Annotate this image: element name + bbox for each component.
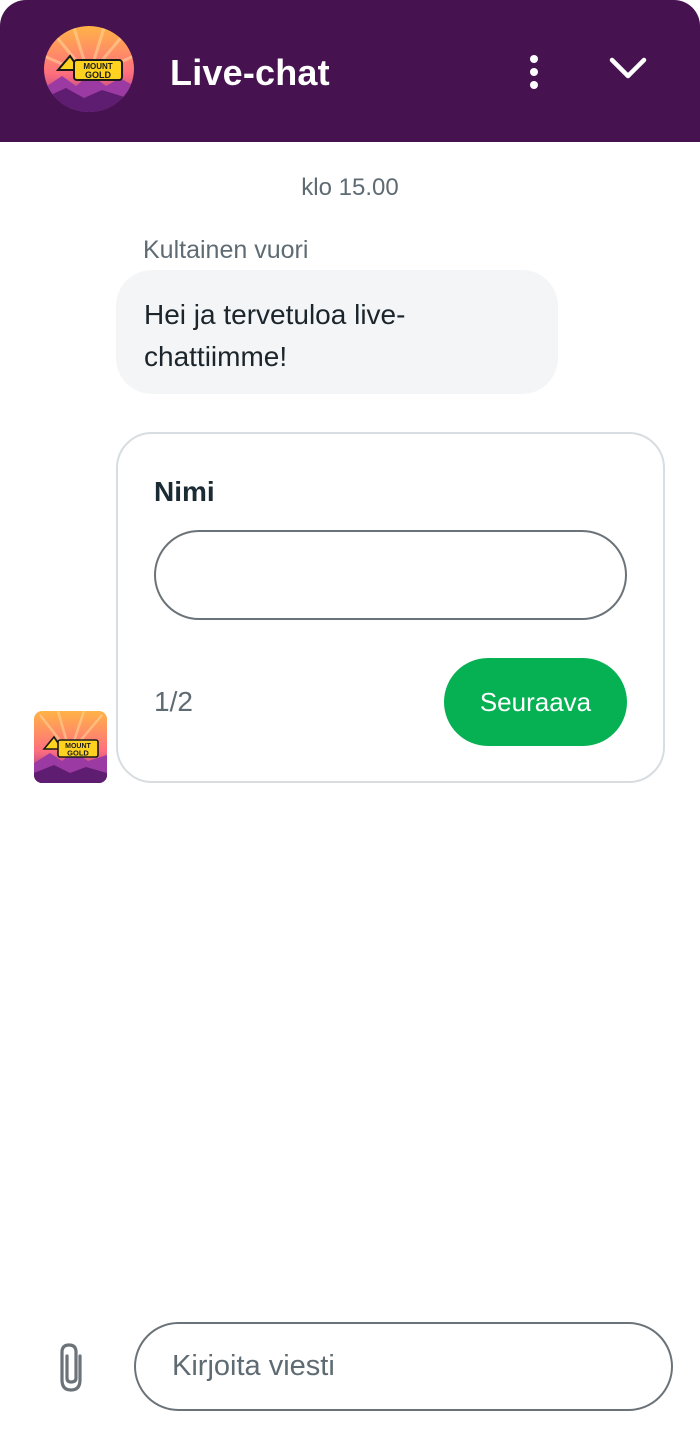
agent-avatar: MOUNT GOLD [34, 711, 107, 783]
sender-name: Kultainen vuori [143, 236, 309, 264]
minimize-chat-button[interactable] [604, 48, 652, 92]
more-options-button[interactable] [514, 50, 554, 94]
attach-file-button[interactable] [50, 1340, 94, 1396]
name-input[interactable] [154, 530, 627, 620]
name-field-label: Nimi [154, 476, 215, 507]
form-step-indicator: 1/2 [154, 686, 193, 717]
chat-widget: MOUNT GOLD Live-chat klo 15.00 Kultainen… [0, 0, 700, 1439]
svg-text:GOLD: GOLD [67, 749, 89, 758]
message-bubble: Hei ja tervetuloa live-chattiimme! [116, 270, 558, 394]
svg-text:GOLD: GOLD [85, 70, 111, 80]
brand-logo: MOUNT GOLD [44, 26, 134, 112]
next-button[interactable]: Seuraava [444, 658, 627, 746]
more-vertical-icon [530, 55, 538, 89]
chat-header: MOUNT GOLD Live-chat [0, 0, 700, 142]
name-form-card: Nimi 1/2 Seuraava [116, 432, 665, 783]
chat-title: Live-chat [170, 52, 330, 93]
paperclip-icon [60, 1343, 82, 1392]
message-timestamp: klo 15.00 [301, 174, 399, 201]
message-input[interactable] [134, 1322, 673, 1411]
chevron-down-icon [609, 57, 647, 79]
